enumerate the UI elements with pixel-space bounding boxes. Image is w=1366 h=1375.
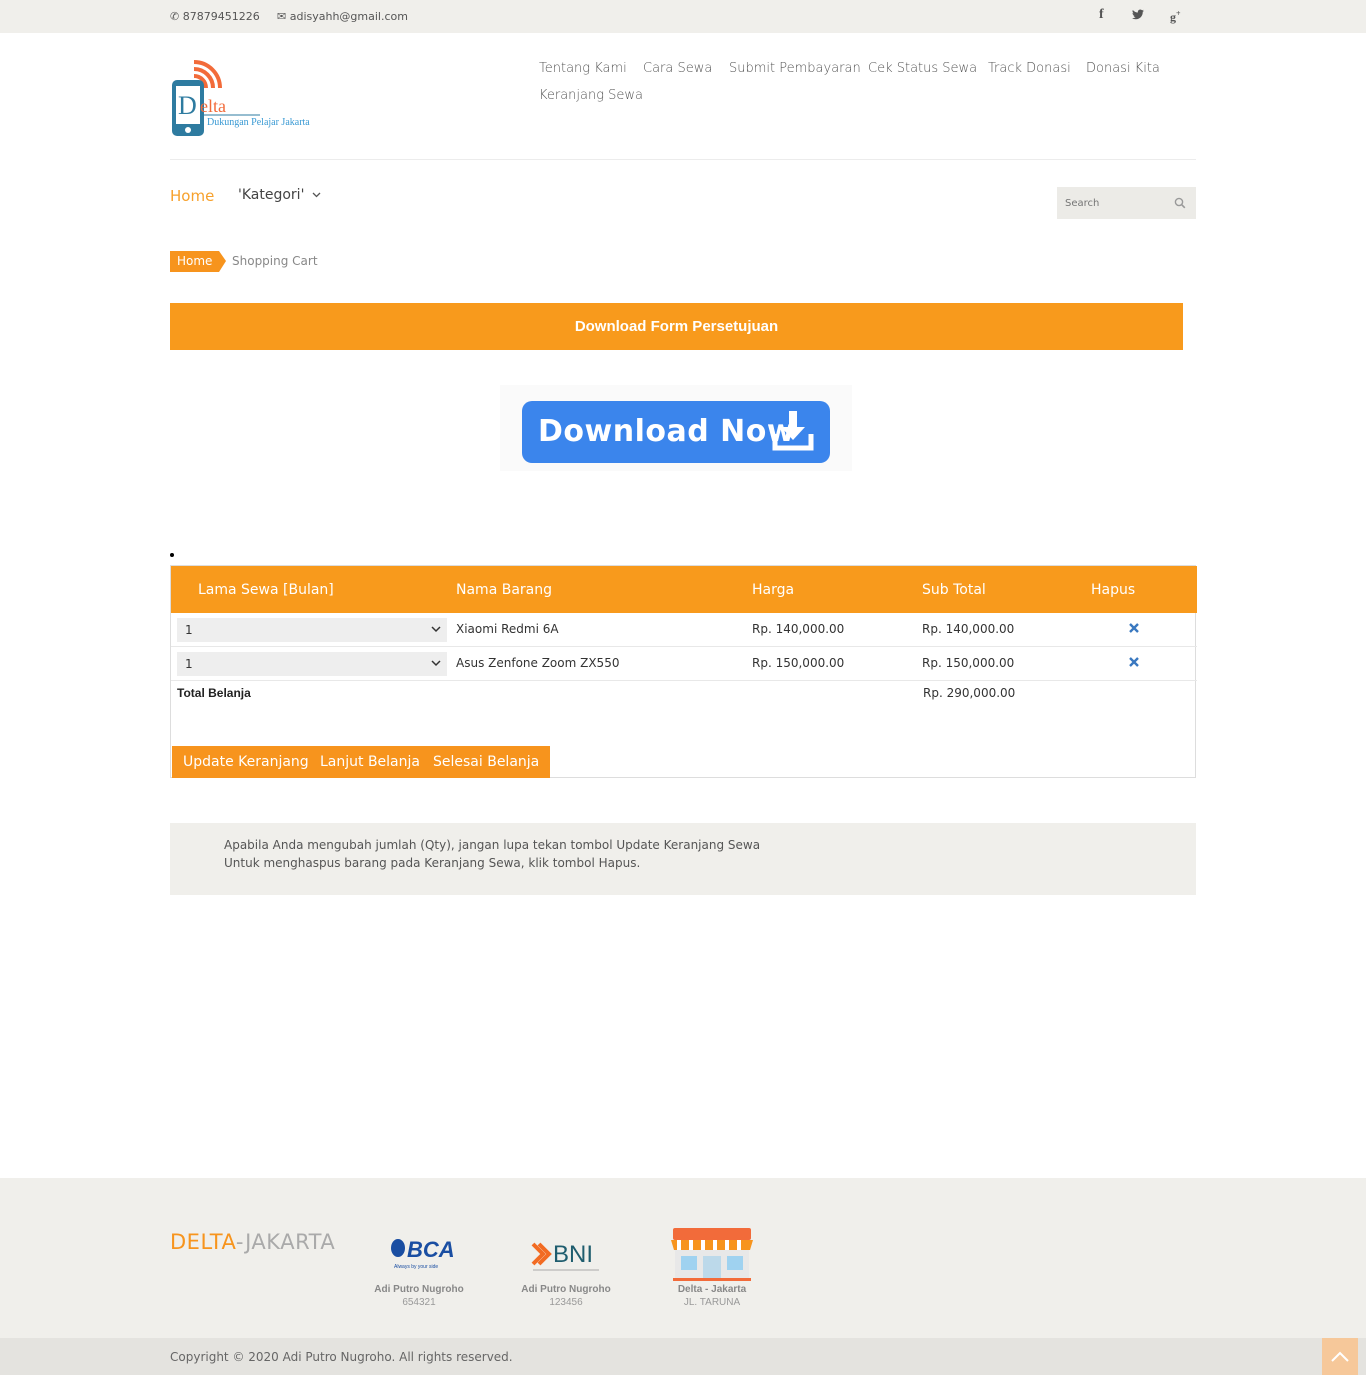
item-subtotal: Rp. 140,000.00 <box>922 622 1015 636</box>
bank-bni: BNI Adi Putro Nugroho 123456 <box>511 1226 621 1308</box>
cart-table: Lama Sewa [Bulan] Nama Barang Harga Sub … <box>170 565 1197 778</box>
google-plus-icon[interactable]: g+ <box>1170 9 1181 25</box>
logo-tagline: Dukungan Pelajar Jakarta <box>207 117 310 128</box>
qty-select[interactable]: 1 <box>177 652 447 676</box>
nav-cara-sewa[interactable]: Cara Sewa <box>643 61 712 76</box>
delete-icon[interactable] <box>1128 656 1140 668</box>
nav-track-donasi[interactable]: Track Donasi <box>988 61 1071 76</box>
email-contact: ✉ adisyahh@gmail.com <box>277 10 408 23</box>
info-note: Apabila Anda mengubah jumlah (Qty), jang… <box>170 823 1196 895</box>
store-icon <box>657 1226 767 1282</box>
site-logo[interactable]: D elta Dukungan Pelajar Jakarta <box>170 52 330 140</box>
copyright-text: Copyright © 2020 Adi Putro Nugroho. All … <box>170 1350 513 1364</box>
account-number: 654321 <box>402 1297 436 1308</box>
cart-table-header: Lama Sewa [Bulan] Nama Barang Harga Sub … <box>171 566 1197 613</box>
menu-home[interactable]: Home <box>170 187 214 205</box>
menu-kategori[interactable]: 'Kategori' <box>238 187 321 203</box>
search-icon[interactable] <box>1174 197 1186 209</box>
bca-wordmark: BCA <box>407 1237 455 1262</box>
item-name: Xiaomi Redmi 6A <box>456 622 559 636</box>
footer-brand: DELTA-JAKARTA <box>170 1230 335 1254</box>
header-nama-barang: Nama Barang <box>456 582 552 598</box>
table-row: 1 Xiaomi Redmi 6A Rp. 140,000.00 Rp. 140… <box>171 613 1197 647</box>
phone-number: 87879451226 <box>182 10 260 23</box>
total-label: Total Belanja <box>177 686 251 700</box>
table-row: 1 Asus Zenfone Zoom ZX550 Rp. 150,000.00… <box>171 647 1197 681</box>
menu-kategori-label: 'Kategori' <box>238 187 305 203</box>
envelope-icon: ✉ <box>277 10 287 23</box>
bni-logo: BNI <box>511 1226 621 1282</box>
header-lama-sewa: Lama Sewa [Bulan] <box>198 582 334 598</box>
chevron-down-icon <box>431 660 441 667</box>
download-icon <box>772 411 814 451</box>
header-harga: Harga <box>752 582 795 598</box>
breadcrumb-home[interactable]: Home <box>170 251 227 272</box>
update-cart-button[interactable]: Update Keranjang <box>172 746 320 778</box>
chevron-up-icon <box>1331 1351 1349 1362</box>
header-hapus: Hapus <box>1091 582 1136 598</box>
store-address: JL. TARUNA <box>683 1297 741 1308</box>
twitter-icon[interactable] <box>1132 9 1144 23</box>
account-number: 123456 <box>549 1297 583 1308</box>
download-now-banner: Download Now <box>500 385 852 471</box>
bca-slogan: Always by your side <box>394 1264 438 1270</box>
bank-bca: BCA Always by your side Adi Putro Nugroh… <box>364 1226 474 1308</box>
bca-logo: BCA Always by your side <box>364 1226 474 1282</box>
chevron-down-icon <box>312 192 321 198</box>
search-box <box>1057 187 1196 219</box>
qty-value: 1 <box>185 657 193 671</box>
download-now-label: Download Now <box>538 414 796 449</box>
item-name: Asus Zenfone Zoom ZX550 <box>456 656 620 670</box>
finish-shopping-button[interactable]: Selesai Belanja <box>422 746 551 778</box>
total-value: Rp. 290,000.00 <box>923 686 1016 700</box>
item-price: Rp. 140,000.00 <box>752 622 845 636</box>
continue-shopping-button[interactable]: Lanjut Belanja <box>309 746 431 778</box>
qty-select[interactable]: 1 <box>177 618 447 642</box>
footer: DELTA-JAKARTA BCA Always by your side Ad… <box>0 1178 1366 1338</box>
note-line: Untuk menghaspus barang pada Keranjang S… <box>224 856 641 870</box>
copyright-bar: Copyright © 2020 Adi Putro Nugroho. All … <box>0 1338 1366 1375</box>
phone-icon: ✆ <box>170 10 180 23</box>
bni-wordmark: BNI <box>553 1241 593 1268</box>
nav-keranjang-sewa[interactable]: Keranjang Sewa <box>539 88 643 103</box>
account-name: Adi Putro Nugroho <box>374 1284 464 1295</box>
footer-brand-primary: DELTA <box>170 1230 236 1254</box>
breadcrumb-current: Shopping Cart <box>232 254 318 268</box>
facebook-icon[interactable]: f <box>1099 7 1104 23</box>
download-form-button[interactable]: Download Form Persetujuan <box>170 303 1183 350</box>
email-address: adisyahh@gmail.com <box>289 10 408 23</box>
note-line: Apabila Anda mengubah jumlah (Qty), jang… <box>224 838 761 852</box>
chevron-down-icon <box>431 626 441 633</box>
store-name: Delta - Jakarta <box>677 1284 747 1295</box>
item-price: Rp. 150,000.00 <box>752 656 845 670</box>
download-now-button[interactable]: Download Now <box>522 401 830 463</box>
list-bullet <box>170 553 174 557</box>
nav-submit-pembayaran[interactable]: Submit Pembayaran <box>729 61 861 76</box>
store-location: Delta - Jakarta JL. TARUNA <box>657 1226 767 1308</box>
footer-brand-secondary: -JAKARTA <box>235 1230 336 1254</box>
item-subtotal: Rp. 150,000.00 <box>922 656 1015 670</box>
nav-cek-status-sewa[interactable]: Cek Status Sewa <box>868 61 977 76</box>
account-name: Adi Putro Nugroho <box>521 1284 611 1295</box>
back-to-top-button[interactable] <box>1322 1338 1358 1375</box>
header-sub-total: Sub Total <box>922 582 986 598</box>
header-divider <box>170 159 1196 160</box>
delete-icon[interactable] <box>1128 622 1140 634</box>
search-input[interactable] <box>1057 187 1167 219</box>
phone-contact: ✆ 87879451226 <box>170 10 260 23</box>
nav-donasi-kita[interactable]: Donasi Kita <box>1086 61 1160 76</box>
top-bar: ✆ 87879451226 ✉ adisyahh@gmail.com f g+ <box>0 0 1366 33</box>
nav-tentang-kami[interactable]: Tentang Kami <box>539 61 627 76</box>
qty-value: 1 <box>185 623 193 637</box>
logo-name: elta <box>200 96 226 116</box>
logo-letter: D <box>178 91 197 120</box>
